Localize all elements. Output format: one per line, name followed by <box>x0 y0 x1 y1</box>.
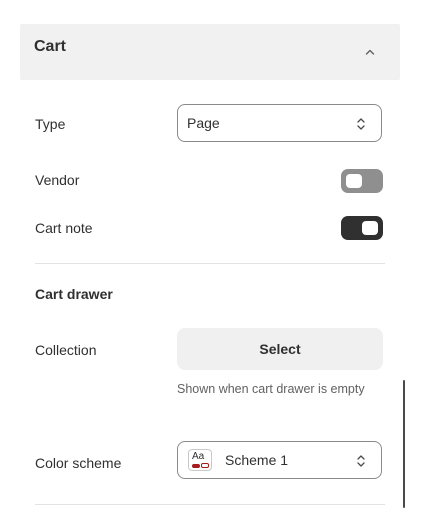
vendor-toggle[interactable] <box>341 169 383 193</box>
divider <box>35 263 385 264</box>
collection-select-button[interactable]: Select <box>177 328 383 370</box>
scrollbar[interactable] <box>403 380 405 508</box>
color-scheme-value: Scheme 1 <box>225 452 289 468</box>
type-label: Type <box>35 116 66 132</box>
swatch-primary-dot <box>192 464 200 468</box>
collection-label: Collection <box>35 342 97 358</box>
section-title: Cart <box>34 38 67 55</box>
swatch-secondary-dot <box>201 463 209 468</box>
collection-help-text: Shown when cart drawer is empty <box>177 382 365 396</box>
cart-settings-panel: Cart Type Page Vendor Cart note Cart dra… <box>0 0 422 528</box>
divider <box>35 504 385 505</box>
type-select-value: Page <box>187 115 220 131</box>
swatch-text: Aa <box>192 451 205 462</box>
select-arrows-icon <box>355 453 367 469</box>
chevron-up-icon[interactable] <box>362 44 378 60</box>
toggle-knob <box>346 174 362 188</box>
select-arrows-icon <box>355 116 367 132</box>
type-select[interactable]: Page <box>177 104 382 142</box>
color-scheme-select[interactable]: Aa Scheme 1 <box>177 441 382 479</box>
cart-note-toggle[interactable] <box>341 216 383 240</box>
cart-drawer-heading: Cart drawer <box>35 286 113 302</box>
color-scheme-swatch-icon: Aa <box>188 449 212 471</box>
cart-note-label: Cart note <box>35 220 93 236</box>
vendor-label: Vendor <box>35 172 80 188</box>
color-scheme-label: Color scheme <box>35 455 122 471</box>
toggle-knob <box>362 221 378 235</box>
cart-section-header[interactable]: Cart <box>20 24 400 80</box>
